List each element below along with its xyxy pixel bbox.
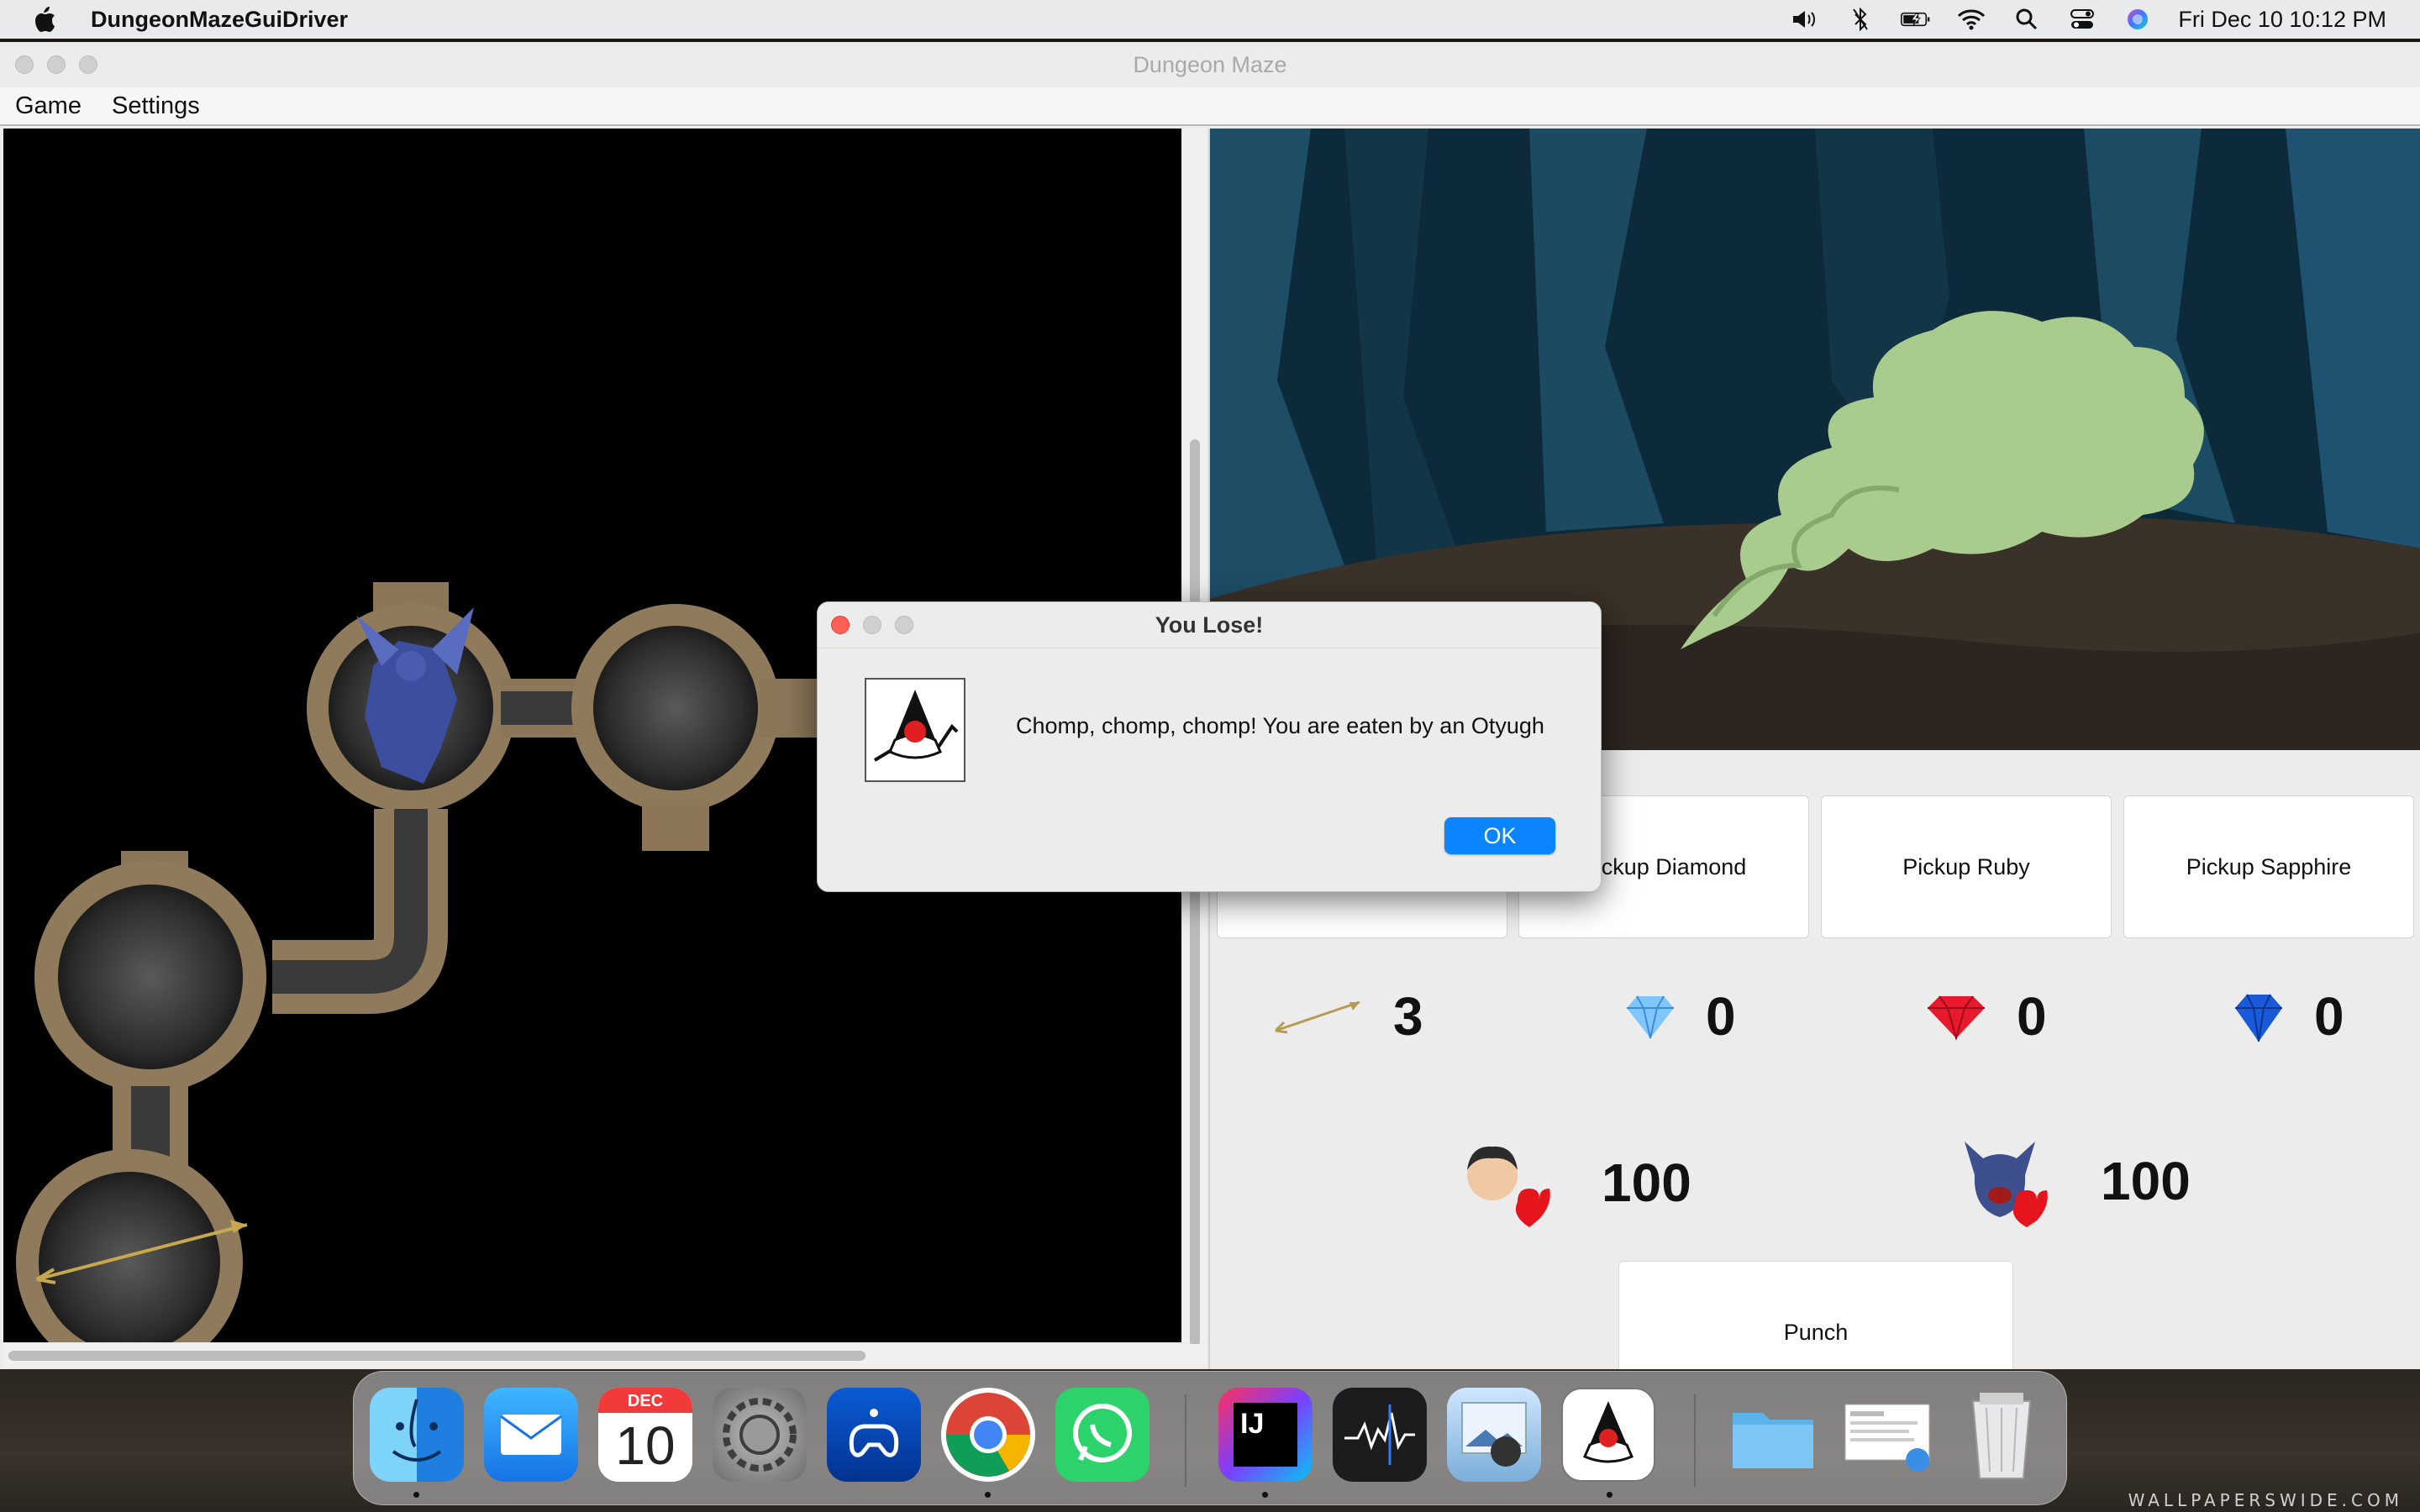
wallpaper-watermark: WALLPAPERSWIDE.COM [2128, 1490, 2403, 1510]
sapphire-count: 0 [2232, 985, 2344, 1047]
apple-menu-icon[interactable] [32, 5, 57, 34]
horizontal-scroll-thumb[interactable] [8, 1351, 865, 1361]
whatsapp-icon[interactable] [1055, 1388, 1150, 1482]
maze-room-tile [571, 604, 827, 851]
menubar-clock[interactable]: Fri Dec 10 10:12 PM [2178, 7, 2386, 33]
java-duke-icon [865, 678, 965, 782]
dialog-minimize-button[interactable] [863, 616, 881, 634]
ok-button[interactable]: OK [1444, 817, 1555, 854]
active-app-name[interactable]: DungeonMazeGuiDriver [91, 7, 348, 33]
trash-icon[interactable] [1954, 1388, 2049, 1482]
chrome-icon[interactable] [941, 1388, 1035, 1482]
intellij-running-dot [1262, 1492, 1268, 1498]
stocks-icon[interactable] [1333, 1388, 1427, 1482]
arrow-icon [1274, 1000, 1360, 1034]
dock-separator [1185, 1394, 1186, 1487]
vertical-scroll-thumb[interactable] [1190, 439, 1200, 1347]
preview-icon[interactable] [1447, 1388, 1541, 1482]
ruby-icon [1928, 995, 1985, 1040]
finder-icon[interactable] [370, 1388, 464, 1482]
calendar-day: 10 [615, 1415, 676, 1476]
sapphire-count-value: 0 [2314, 986, 2344, 1047]
player-health: 100 [1459, 1137, 1691, 1229]
menu-game[interactable]: Game [15, 92, 82, 120]
dialog-close-button[interactable] [831, 616, 850, 634]
monster-avatar-heart-icon [1965, 1142, 2048, 1227]
siri-icon[interactable] [2123, 7, 2153, 32]
volume-icon[interactable] [1790, 7, 1820, 32]
documents-stack-icon[interactable] [1840, 1388, 1934, 1482]
intellij-icon[interactable]: IJ [1218, 1388, 1313, 1482]
macos-menu-bar: DungeonMazeGuiDriver Fri Dec 10 10:12 PM [0, 0, 2420, 39]
diamond-count: 0 [1623, 985, 1736, 1047]
dialog-window-controls [831, 616, 913, 634]
spotlight-search-icon[interactable] [2012, 7, 2042, 32]
diamond-icon [1627, 995, 1674, 1039]
diamond-count-value: 0 [1706, 986, 1736, 1047]
wifi-icon[interactable] [1956, 7, 1986, 32]
playstation-icon[interactable] [827, 1388, 921, 1482]
chrome-running-dot [985, 1492, 991, 1498]
app-menu-bar: Game Settings [0, 87, 2420, 126]
player-avatar-heart-icon [1467, 1146, 1550, 1227]
ruby-count-value: 0 [2017, 986, 2047, 1047]
monster-health: 100 [1958, 1133, 2191, 1229]
dialog-message: Chomp, chomp, chomp! You are eaten by an… [1016, 713, 1544, 738]
maze-room-tile [34, 851, 266, 1093]
system-preferences-icon[interactable] [713, 1388, 807, 1482]
dialog-title: You Lose! [818, 602, 1601, 648]
punch-button[interactable]: Punch [1618, 1261, 2013, 1369]
pickup-sapphire-button[interactable]: Pickup Sapphire [2123, 795, 2414, 938]
dock-separator [1694, 1394, 1696, 1487]
dungeon-maze-window: Dungeon Maze Game Settings Pickup Diamon… [0, 42, 2420, 1369]
control-center-icon[interactable] [2067, 7, 2097, 32]
finder-running-dot [413, 1492, 419, 1498]
calendar-icon[interactable]: DEC 10 [598, 1388, 692, 1482]
mail-icon[interactable] [484, 1388, 578, 1482]
ruby-count: 0 [1924, 985, 2047, 1047]
battery-charging-icon[interactable] [1901, 7, 1931, 32]
arrow-count-value: 3 [1393, 986, 1423, 1047]
folder-icon[interactable] [1726, 1388, 1820, 1482]
maze-horizontal-scrollbar[interactable] [3, 1344, 1207, 1368]
dialog-zoom-button[interactable] [895, 616, 913, 634]
java-icon[interactable] [1561, 1388, 1655, 1482]
calendar-month: DEC [598, 1388, 692, 1413]
pickup-ruby-button[interactable]: Pickup Ruby [1821, 795, 2112, 938]
monster-health-value: 100 [2101, 1151, 2191, 1211]
maze-room-tile [16, 1149, 243, 1342]
sapphire-icon [2235, 994, 2282, 1042]
player-health-value: 100 [1602, 1152, 1691, 1213]
maze-corridor-tile [272, 809, 448, 1014]
window-title: Dungeon Maze [1133, 52, 1287, 77]
arrow-count: 3 [1272, 985, 1423, 1047]
menu-settings[interactable]: Settings [112, 92, 200, 120]
you-lose-dialog: You Lose! Chomp, chomp, chomp! You are e… [817, 601, 1602, 892]
java-running-dot [1607, 1492, 1612, 1498]
bluetooth-off-icon[interactable] [1845, 7, 1876, 32]
window-title-bar[interactable]: Dungeon Maze [0, 42, 2420, 88]
